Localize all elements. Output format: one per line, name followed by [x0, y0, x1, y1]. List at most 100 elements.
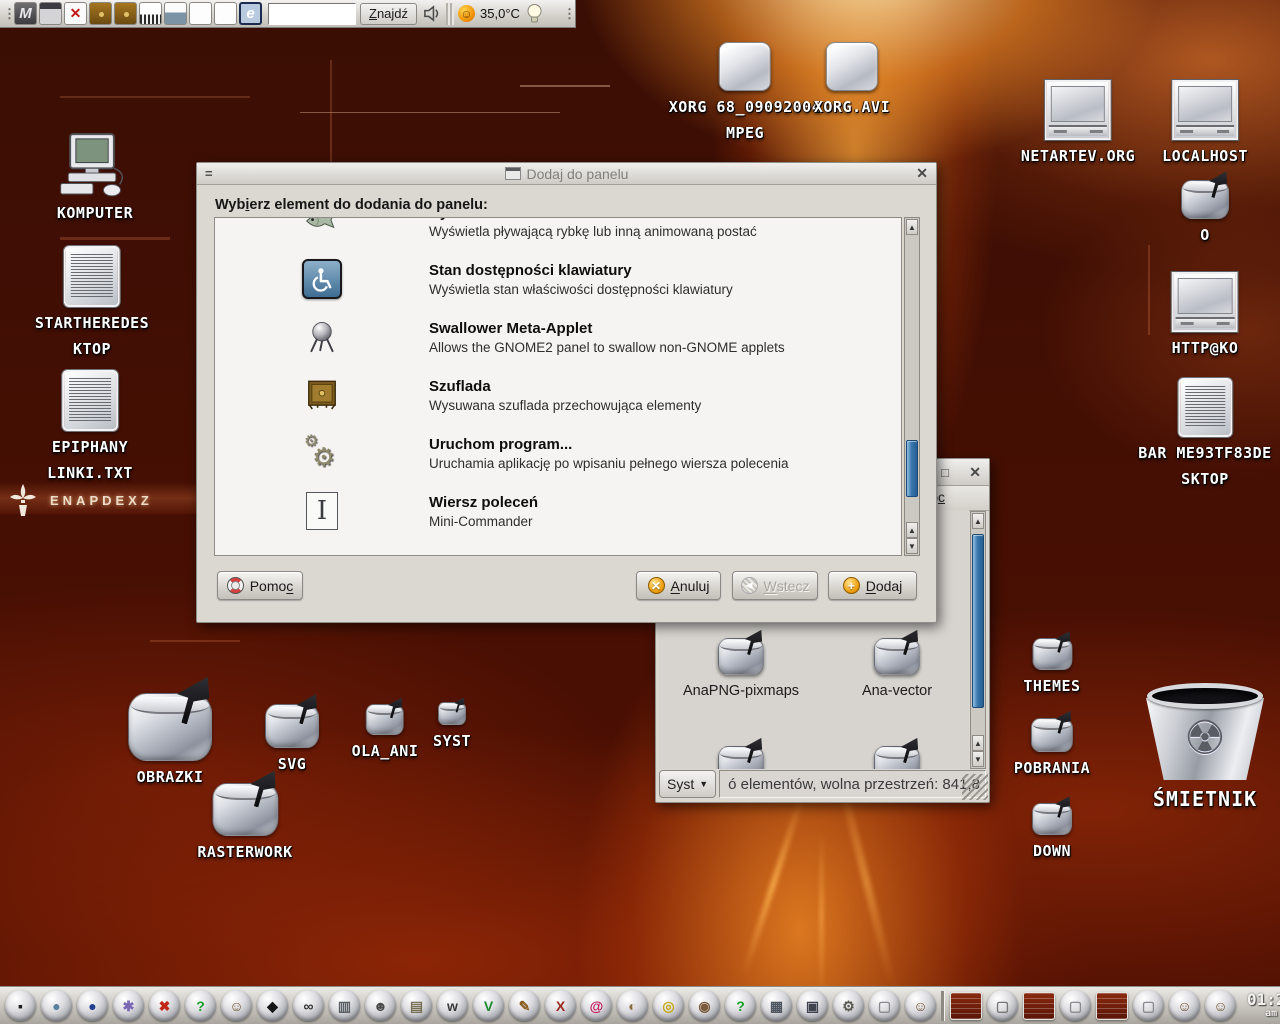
add-button[interactable]: + Dodaj [828, 571, 917, 600]
notebook-launcher[interactable]: ▤ [401, 990, 432, 1021]
camera-launcher[interactable]: ▣ [797, 990, 828, 1021]
calculator-launcher[interactable]: ▦ [761, 990, 792, 1021]
applet-list-item[interactable]: Swallower Meta-Applet Allows the GNOME2 … [215, 308, 901, 366]
volume-icon[interactable] [423, 4, 442, 23]
terminal-launcher[interactable]: ▪ [5, 990, 36, 1021]
dialog-titlebar[interactable]: = Dodaj do panelu ✕ [197, 163, 936, 185]
applet-list-item[interactable]: Rybka Wyświetla pływającą rybkę lub inną… [215, 217, 901, 250]
desktop-icon-starthere-desktop[interactable]: STARTHEREDESKTOP [35, 246, 149, 360]
folder-item-partial[interactable] [718, 746, 764, 769]
desktop-icon-smietnik[interactable]: ☢ŚMIETNIK [1146, 683, 1264, 813]
drawer-launcher[interactable] [114, 2, 137, 25]
web-pointer-launcher[interactable]: ● [41, 990, 72, 1021]
desktop-icon-obrazki[interactable]: OBRAZKI [128, 693, 212, 787]
add-to-panel-dialog[interactable]: = Dodaj do panelu ✕ Wybierz element do d… [196, 162, 937, 623]
dx-launcher[interactable]: ✖ [149, 990, 180, 1021]
desktop-window-task2[interactable] [1096, 992, 1128, 1020]
photo-launcher[interactable]: ☻ [365, 990, 396, 1021]
screenshot-launcher[interactable] [139, 2, 162, 25]
desktop-icon-ola-ani[interactable]: OLA_ANI [352, 704, 419, 761]
abiword-launcher[interactable]: w [437, 990, 468, 1021]
m-logo-launcher[interactable]: M [14, 2, 37, 25]
desktop-icon-epiphany-linki[interactable]: EPIPHANYLINKI.TXT [47, 370, 133, 484]
folder-window-task2[interactable]: ▢ [1133, 990, 1164, 1021]
gimp-window-task2[interactable]: ☺ [1205, 990, 1236, 1021]
dialog-scroll-thumb[interactable] [906, 440, 918, 497]
desktop-icon-themes[interactable]: THEMES [1023, 638, 1080, 696]
gimp-wilber-launcher[interactable]: ☺ [221, 990, 252, 1021]
help-button[interactable]: Pomoc [217, 571, 303, 600]
applet-list[interactable]: Rybka Wyświetla pływającą rybkę lub inną… [214, 217, 902, 556]
note-window-task[interactable] [950, 992, 982, 1020]
gears-launcher[interactable]: ⚙ [833, 990, 864, 1021]
close-icon[interactable]: ✕ [916, 165, 928, 182]
folder-launcher[interactable]: ▢ [869, 990, 900, 1021]
bucket-window-task[interactable]: ▢ [987, 990, 1018, 1021]
blank-launcher[interactable] [214, 2, 237, 25]
find-button[interactable]: Znajdź [360, 3, 417, 25]
epiphany-launcher[interactable]: e [239, 2, 262, 25]
clock[interactable]: 01:23am [1247, 992, 1280, 1020]
scroll-up-icon[interactable]: ▲ [906, 219, 918, 235]
blank-launcher[interactable] [189, 2, 212, 25]
panel-handle[interactable]: ⋮ [563, 7, 572, 20]
globe-launcher[interactable]: ● [77, 990, 108, 1021]
scroll-down-icon[interactable]: ▼ [906, 538, 918, 554]
maximize-icon[interactable]: □ [941, 465, 949, 480]
desktop-window-task[interactable] [1023, 992, 1055, 1020]
scroll-down-icon[interactable]: ▼ [972, 751, 984, 767]
theme-launcher[interactable] [164, 2, 187, 25]
desktop-icon-localhost[interactable]: LOCALHOST [1162, 80, 1248, 166]
gimp-splash-launcher[interactable]: ✱ [113, 990, 144, 1021]
desktop-icon-svg[interactable]: SVG [265, 704, 319, 774]
desktop-icon-o[interactable]: O [1181, 180, 1229, 245]
find-input[interactable] [268, 3, 356, 25]
dialog-scrollbar[interactable]: ▲ ▲ ▼ [904, 217, 920, 556]
close-icon[interactable]: ✕ [969, 464, 981, 481]
zoom-dropdown[interactable]: Syst▼ [659, 770, 716, 798]
desktop-icon-rasterwork[interactable]: RASTERWORK [197, 783, 292, 862]
inkscape-launcher[interactable]: ◆ [257, 990, 288, 1021]
lyx-launcher[interactable]: X [545, 990, 576, 1021]
cd-roast-launcher[interactable]: ◎ [653, 990, 684, 1021]
folder-item[interactable]: Ana-vector [862, 638, 932, 699]
desktop-icon-xorg-avi[interactable]: XORG.AVI [814, 42, 890, 117]
back-button[interactable]: ◀ Wstecz [732, 571, 818, 600]
scroll-up-icon[interactable]: ▲ [972, 513, 984, 529]
desktop-icon-down[interactable]: DOWN [1032, 803, 1072, 861]
desktop-icon-syst[interactable]: SYST [433, 702, 471, 751]
panel-handle[interactable]: ⋮ [3, 7, 12, 20]
resize-grip[interactable] [962, 774, 988, 800]
folder-item-partial[interactable] [874, 746, 920, 769]
help-launcher[interactable]: ? [185, 990, 216, 1021]
applet-list-item[interactable]: ⚙⚙ Uruchom program... Uruchamia aplikacj… [215, 424, 901, 482]
desktop-icon-pobrania[interactable]: POBRANIA [1014, 718, 1090, 778]
applet-list-item[interactable]: Stan dostępności klawiatury Wyświetla st… [215, 250, 901, 308]
desktop-icon-bar-sktop[interactable]: BAR ME93TF83DESKTOP [1138, 378, 1271, 490]
desktop-icon-http-ko[interactable]: HTTP@KO [1172, 272, 1239, 358]
fm-scrollbar[interactable]: ▲ ▲ ▼ [970, 511, 986, 769]
kvim-launcher[interactable]: V [473, 990, 504, 1021]
planet-launcher[interactable]: ◐ [617, 990, 648, 1021]
doc-viewer-launcher[interactable]: ▥ [329, 990, 360, 1021]
debian-launcher[interactable]: @ [581, 990, 612, 1021]
temperature-icon[interactable]: ☺ [458, 5, 475, 22]
notes-launcher[interactable]: ✎ [509, 990, 540, 1021]
desktop-icon-xorg-mpeg[interactable]: XORG 68_09092004MPEG [669, 42, 822, 144]
scroll-up-icon[interactable]: ▲ [906, 522, 918, 538]
desktop-icon-komputer[interactable]: KOMPUTER [57, 133, 133, 223]
cd-burner-launcher[interactable]: ◉ [689, 990, 720, 1021]
gimp-window-task[interactable]: ☺ [1169, 990, 1200, 1021]
folder-item[interactable]: AnaPNG-pixmaps [683, 638, 799, 699]
help2-launcher[interactable]: ? [725, 990, 756, 1021]
eyes-launcher[interactable]: ∞ [293, 990, 324, 1021]
drawer-launcher[interactable] [89, 2, 112, 25]
gimp-launcher[interactable]: ☺ [905, 990, 936, 1021]
fm-scroll-thumb[interactable] [972, 534, 984, 708]
panel-handle[interactable] [446, 3, 454, 25]
window-launcher[interactable] [39, 2, 62, 25]
force-quit-launcher[interactable]: ✕ [64, 2, 87, 25]
applet-list-item[interactable]: Szuflada Wysuwana szuflada przechowująca… [215, 366, 901, 424]
desktop-icon-netartev-org[interactable]: NETARTEV.ORG [1021, 80, 1135, 166]
scroll-up-icon[interactable]: ▲ [972, 735, 984, 751]
